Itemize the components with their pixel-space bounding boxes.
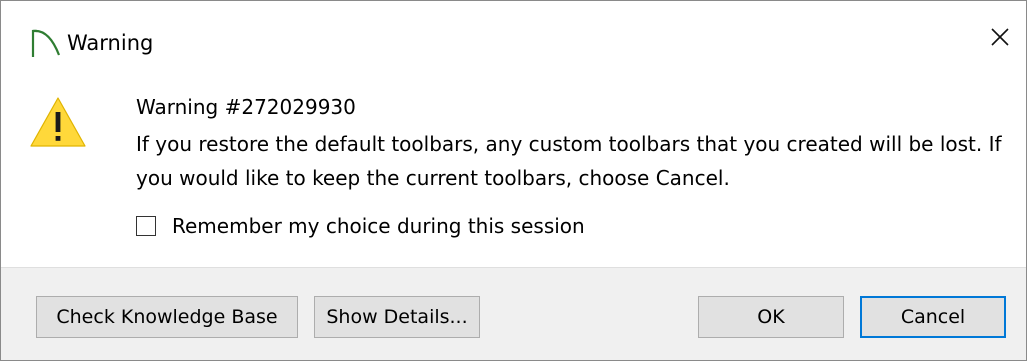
show-details-button[interactable]: Show Details... — [314, 296, 480, 338]
cancel-button[interactable]: Cancel — [860, 296, 1006, 338]
app-arc-icon — [29, 25, 63, 59]
check-knowledge-base-button[interactable]: Check Knowledge Base — [36, 296, 298, 338]
remember-choice-label: Remember my choice during this session — [172, 214, 585, 238]
ok-button[interactable]: OK — [698, 296, 844, 338]
warning-number: Warning #272029930 — [136, 95, 356, 119]
title-bar: Warning — [1, 1, 1026, 81]
button-bar: Check Knowledge Base Show Details... OK … — [1, 267, 1026, 360]
warning-message: If you restore the default toolbars, any… — [136, 132, 1002, 190]
checkbox-box[interactable] — [136, 216, 156, 236]
close-icon — [990, 27, 1010, 51]
close-button[interactable] — [980, 19, 1020, 59]
message-area: Warning #272029930 If you restore the de… — [1, 81, 1026, 267]
window-title: Warning — [67, 31, 154, 55]
warning-dialog: Warning Warning #272029930 If you restor… — [0, 0, 1027, 361]
warning-icon — [28, 95, 88, 149]
remember-choice-checkbox[interactable]: Remember my choice during this session — [136, 211, 585, 241]
